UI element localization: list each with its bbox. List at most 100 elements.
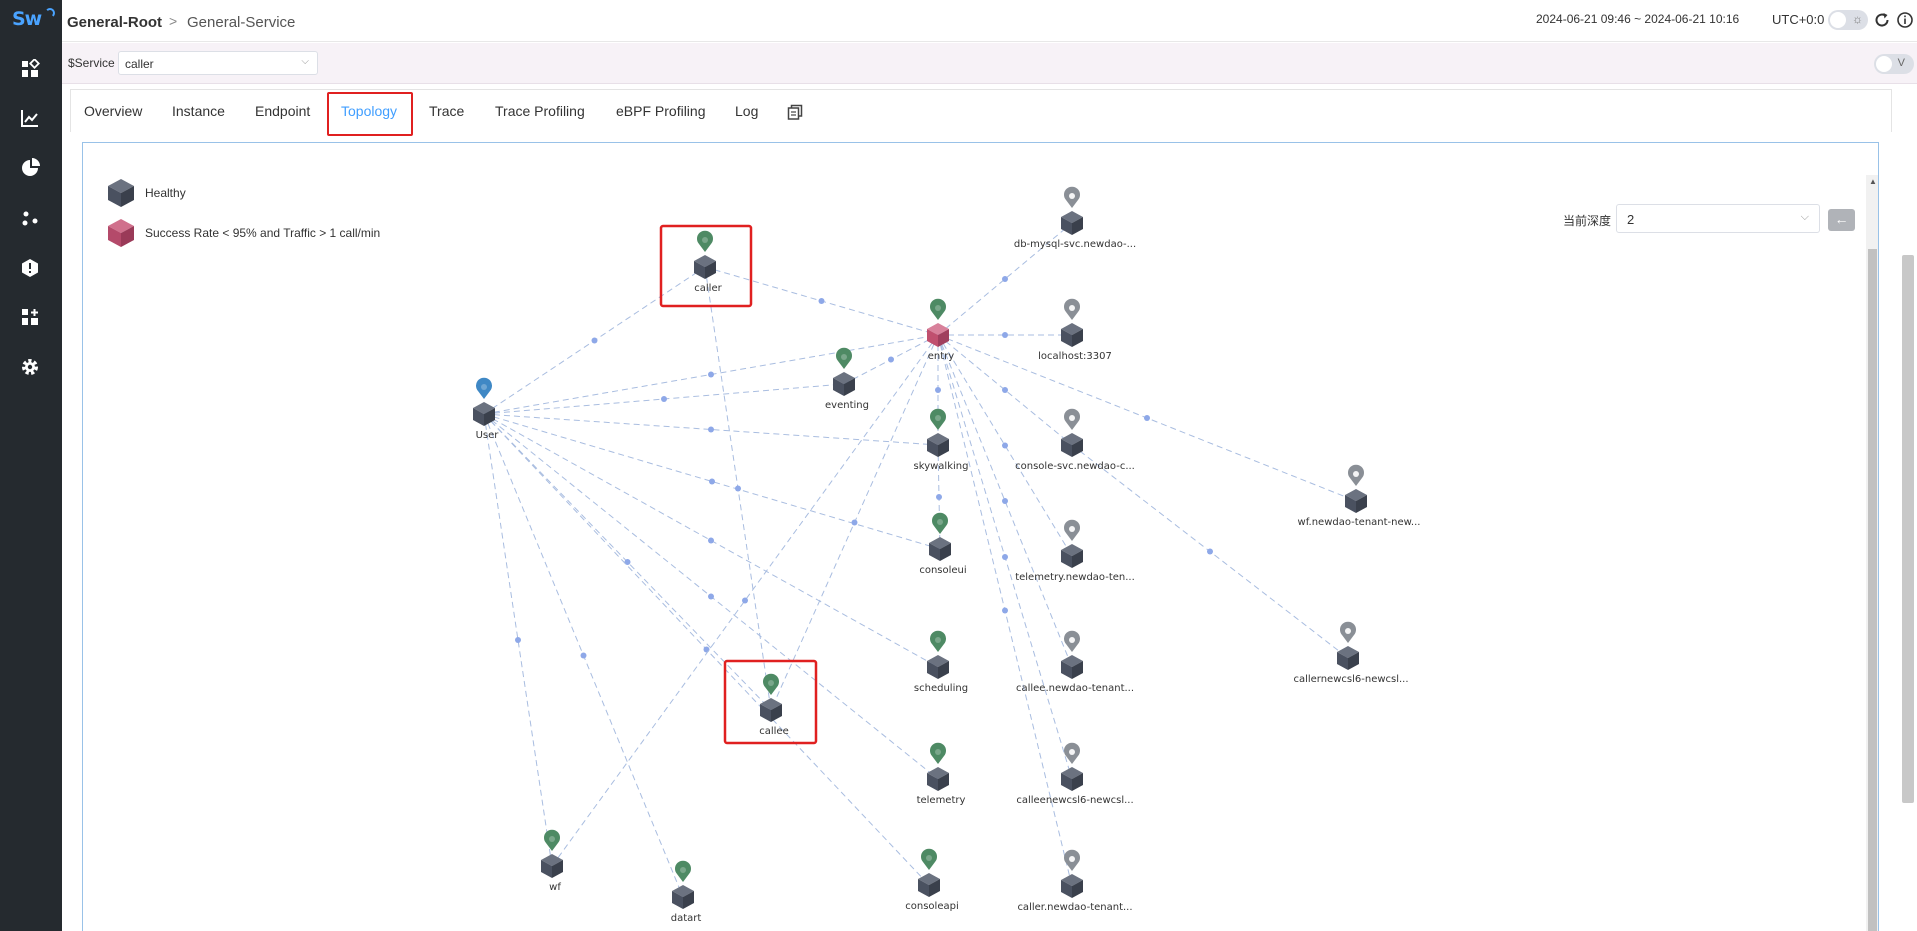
edge-midpoint-user-datart[interactable] [580,652,587,659]
tab-log[interactable]: Log [735,103,758,119]
tab-endpoint[interactable]: Endpoint [255,103,310,119]
page-scrollbar[interactable] [1902,255,1914,803]
alarm-icon[interactable] [18,256,42,280]
toggle-knob [1876,56,1892,72]
node-console_svc[interactable]: console-svc.newdao-c... [1015,408,1135,472]
edge-midpoint-user-callee[interactable] [624,559,631,565]
edge-midpoint-user-consoleapi[interactable] [703,646,710,653]
node-cube-icon [1061,767,1083,791]
node-skywalking[interactable]: skywalking [914,408,969,472]
topology-graph[interactable]: caller entry db-mysql-svc.newdao-... localh… [83,143,1879,931]
node-wf_newdao[interactable]: wf.newdao-tenant-new... [1298,464,1421,528]
tab-trace-profiling[interactable]: Trace Profiling [495,103,585,119]
edge-midpoint-entry-caller_newdao[interactable] [1002,607,1008,614]
edge-midpoint-user-scheduling[interactable] [708,537,714,544]
external-service-pin-icon [1064,849,1080,871]
logo[interactable]: Sw [12,8,55,32]
node-callernewcsl6[interactable]: callernewcsl6-newcsl... [1293,621,1409,685]
tab-ebpf-profiling[interactable]: eBPF Profiling [616,103,705,119]
breadcrumb-root[interactable]: General-Root [67,14,162,31]
time-range-picker[interactable]: 2024-06-21 09:46 ~ 2024-06-21 10:16 [1536,12,1739,26]
edge-midpoint-entry-wf_newdao[interactable] [1144,415,1150,421]
edge-midpoint-entry-skywalking[interactable] [935,387,941,393]
node-db[interactable]: db-mysql-svc.newdao-... [1014,186,1136,250]
edge-midpoint-user-caller[interactable] [591,337,598,344]
tab-instance[interactable]: Instance [172,103,225,119]
node-consoleui[interactable]: consoleui [919,512,967,576]
edge-midpoint-user-skywalking[interactable] [708,426,714,433]
pie-icon[interactable] [18,156,42,180]
edge-midpoint-entry-localhost[interactable] [1002,332,1008,338]
node-consoleapi[interactable]: consoleapi [905,848,959,912]
node-cube-icon [1345,489,1367,513]
settings-icon[interactable] [18,355,42,379]
depth-select-value: 2 [1627,212,1635,227]
depth-select[interactable]: 2 ⌵ [1616,204,1820,233]
edge-midpoint-skywalking-consoleui[interactable] [936,494,942,500]
edge-midpoint-entry-callee_newdao[interactable] [1002,498,1008,504]
node-caller_newdao[interactable]: caller.newdao-tenant... [1017,849,1133,913]
node-label: User [476,430,500,441]
node-cube-icon [672,885,694,909]
edge-midpoint-user-consoleui[interactable] [709,478,715,485]
node-label: consoleui [919,565,966,576]
node-label: callernewcsl6-newcsl... [1293,674,1408,685]
node-calleenewcsl6[interactable]: calleenewcsl6-newcsl... [1016,742,1134,806]
node-label: wf [549,882,561,893]
service-pin-icon [475,377,493,399]
node-wf[interactable]: wf [541,829,563,893]
node-localhost[interactable]: localhost:3307 [1038,298,1112,362]
node-label: callee [759,726,789,737]
node-cube-icon [929,537,951,561]
edge-midpoint-entry-callee[interactable] [851,519,858,526]
dashboard-icon[interactable] [18,57,42,81]
graph-scrollbar-thumb[interactable] [1868,249,1877,931]
topology-panel[interactable]: Healthy Success Rate < 95% and Traffic >… [82,142,1879,931]
edge-midpoint-entry-console_svc[interactable] [1002,387,1008,393]
node-eventing[interactable]: eventing [825,347,869,411]
refresh-icon[interactable] [1873,11,1891,29]
external-service-pin-icon [1064,408,1080,430]
service-pin-icon [930,630,946,652]
edge-midpoint-console_svc-callernewcsl6[interactable] [1207,548,1213,555]
scroll-up-arrow-icon[interactable]: ▲ [1869,177,1877,186]
tab-overview[interactable]: Overview [84,103,142,119]
node-cube-icon [1337,646,1359,670]
edge-midpoint-user-entry[interactable] [708,371,714,378]
plugins-icon[interactable] [18,305,42,329]
edge-midpoint-entry-wf[interactable] [742,597,748,604]
chart-icon[interactable] [18,106,42,130]
edge-midpoint-user-wf[interactable] [515,637,521,643]
v-toggle[interactable]: V [1874,54,1914,74]
copy-icon[interactable] [787,104,803,120]
edge-midpoint-entry-calleenewcsl6[interactable] [1002,554,1008,560]
timezone-label[interactable]: UTC+0:0 [1772,12,1824,27]
graph-scrollbar[interactable]: ▲ [1866,175,1878,931]
node-entry[interactable]: entry [927,298,954,362]
edge-midpoint-entry-eventing[interactable] [888,356,894,363]
edge-midpoint-caller-callee[interactable] [735,485,741,492]
node-caller[interactable]: caller [694,230,723,294]
depth-label: 当前深度 [1563,214,1612,228]
edge-midpoint-entry-telemetry_newdao[interactable] [1002,442,1008,449]
node-cube-icon [541,854,563,878]
node-callee[interactable]: callee [759,673,789,737]
node-scheduling[interactable]: scheduling [914,630,968,694]
theme-toggle[interactable]: ☼ [1828,10,1868,30]
node-telemetry_newdao[interactable]: telemetry.newdao-ten... [1015,519,1135,583]
edge-midpoint-user-eventing[interactable] [661,396,667,402]
service-select[interactable]: caller ⌵ [118,51,318,75]
edge-midpoint-caller-entry[interactable] [818,298,825,304]
node-telemetry[interactable]: telemetry [917,742,966,806]
topology-icon[interactable] [18,206,42,230]
edge-midpoint-entry-db[interactable] [1002,276,1008,282]
node-callee_newdao[interactable]: callee.newdao-tenant... [1016,630,1134,694]
breadcrumb-service[interactable]: General-Service [187,14,295,31]
node-datart[interactable]: datart [671,860,702,924]
edge-midpoint-user-telemetry[interactable] [708,593,714,600]
tab-trace[interactable]: Trace [429,103,464,119]
info-icon[interactable] [1896,11,1914,29]
back-button[interactable]: ← [1828,209,1855,231]
node-user[interactable]: User [473,377,500,441]
service-pin-icon [931,512,948,534]
